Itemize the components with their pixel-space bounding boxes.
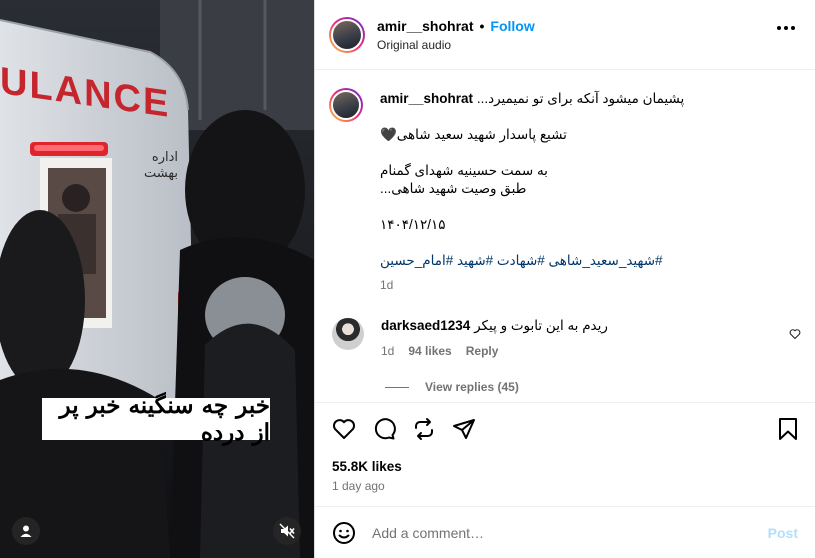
post-dialog: ULANCE اداره بهشت خبر چه سنگینه خبر پر ا… bbox=[0, 0, 815, 558]
repost-icon[interactable] bbox=[412, 417, 436, 441]
save-icon[interactable] bbox=[777, 417, 799, 441]
caption: amir__shohrat پشیمان میشود آنکه برای تو … bbox=[329, 88, 799, 294]
caption-time[interactable]: 1d bbox=[380, 276, 684, 294]
post-time[interactable]: 1 day ago bbox=[332, 479, 385, 493]
caption-hashtags[interactable]: #شهید_سعید_شاهی #شهادت #شهید #امام_حسین bbox=[380, 252, 684, 270]
comment-item: darksaed1234 ریدم به این تابوت و پیکر 1d… bbox=[332, 318, 802, 358]
mute-button[interactable] bbox=[273, 517, 301, 545]
video-player[interactable]: ULANCE اداره بهشت خبر چه سنگینه خبر پر ا… bbox=[0, 0, 314, 558]
header-separator: • bbox=[479, 17, 485, 34]
add-comment-bar: Add a comment… Post bbox=[315, 506, 815, 558]
comments-section[interactable]: amir__shohrat پشیمان میشود آنکه برای تو … bbox=[315, 70, 815, 402]
post-button[interactable]: Post bbox=[768, 525, 798, 541]
video-caption-overlay: خبر چه سنگینه خبر پر از درده bbox=[42, 392, 270, 446]
user-icon bbox=[20, 525, 32, 537]
muted-audio-icon bbox=[279, 523, 295, 539]
like-icon[interactable] bbox=[332, 417, 356, 441]
view-replies-button[interactable]: View replies (45) bbox=[385, 380, 519, 394]
comment-text: ریدم به این تابوت و پیکر bbox=[474, 318, 608, 333]
author-avatar[interactable] bbox=[329, 16, 365, 53]
comment-icon[interactable] bbox=[372, 417, 396, 441]
comment-like-icon[interactable] bbox=[789, 328, 801, 340]
comment-time[interactable]: 1d bbox=[381, 344, 394, 358]
audio-label[interactable]: Original audio bbox=[377, 38, 535, 52]
caption-date: ۱۴۰۴/۱۲/۱۵ bbox=[380, 217, 446, 232]
caption-line-2: تشیع پاسدار شهید سعید شاهی🖤 bbox=[380, 127, 567, 142]
emoji-icon[interactable] bbox=[332, 521, 356, 545]
share-icon[interactable] bbox=[452, 417, 476, 441]
comment-likes[interactable]: 94 likes bbox=[408, 344, 451, 358]
post-side-panel: amir__shohrat • Follow Original audio am… bbox=[314, 0, 815, 558]
caption-username[interactable]: amir__shohrat bbox=[380, 91, 473, 106]
caption-line-1: پشیمان میشود آنکه برای تو نمیمیرد... bbox=[476, 91, 685, 106]
reply-button[interactable]: Reply bbox=[466, 344, 499, 358]
post-header: amir__shohrat • Follow Original audio bbox=[315, 0, 815, 70]
likes-count[interactable]: 55.8K likes bbox=[332, 459, 402, 474]
view-replies-label: View replies (45) bbox=[425, 380, 519, 394]
more-options-icon[interactable] bbox=[777, 26, 795, 30]
tagged-users-button[interactable] bbox=[12, 517, 40, 545]
commenter-username[interactable]: darksaed1234 bbox=[381, 318, 470, 333]
caption-avatar[interactable] bbox=[329, 88, 363, 122]
author-username[interactable]: amir__shohrat bbox=[377, 18, 473, 34]
follow-button[interactable]: Follow bbox=[490, 18, 534, 34]
caption-line-3: به سمت حسینیه شهدای گمنام bbox=[380, 163, 548, 178]
commenter-avatar[interactable] bbox=[332, 318, 364, 350]
comment-input[interactable]: Add a comment… bbox=[372, 525, 484, 541]
caption-line-4: طبق وصیت شهید شاهی... bbox=[380, 181, 527, 196]
vehicle-side-text: اداره بهشت bbox=[144, 150, 178, 181]
post-actions: 55.8K likes 1 day ago bbox=[315, 402, 815, 506]
